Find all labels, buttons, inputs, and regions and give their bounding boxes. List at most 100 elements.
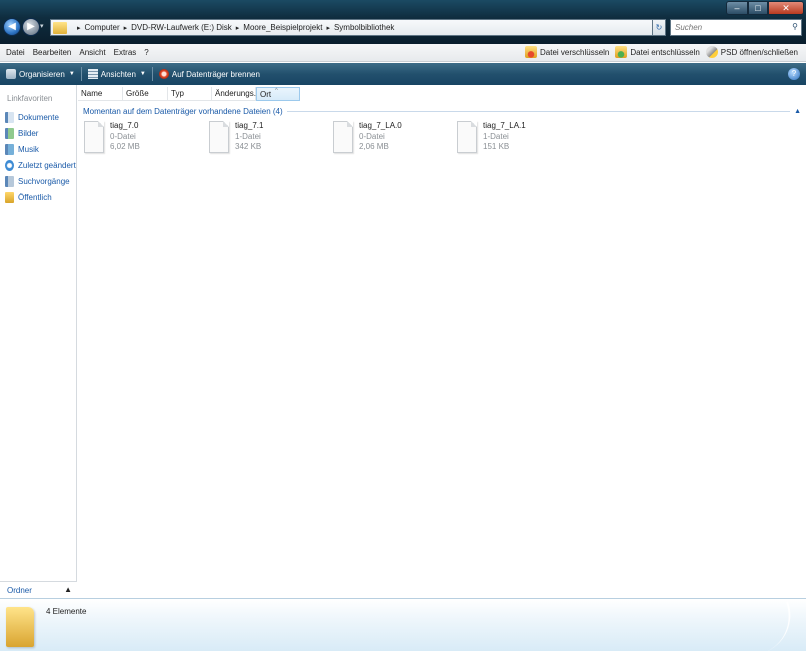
chevron-up-icon[interactable]: ▲ bbox=[794, 108, 801, 115]
views-button[interactable]: Ansichten ▼ bbox=[87, 69, 146, 79]
menu-edit[interactable]: Bearbeiten bbox=[29, 48, 76, 57]
decrypt-file-label: Datei entschlüsseln bbox=[630, 47, 700, 57]
encrypt-file-label: Datei verschlüsseln bbox=[540, 47, 610, 57]
file-size: 151 KB bbox=[483, 142, 510, 151]
menu-help[interactable]: ? bbox=[140, 48, 152, 57]
documents-icon bbox=[5, 111, 14, 123]
search-icon[interactable]: ⚲ bbox=[792, 22, 798, 31]
nav-link-label: Zuletzt geändert bbox=[18, 160, 76, 170]
column-header-type[interactable]: Typ bbox=[168, 87, 212, 101]
folders-label: Ordner bbox=[7, 586, 32, 595]
nav-link-label: Musik bbox=[18, 144, 39, 154]
column-header-location[interactable]: Ort ^ bbox=[256, 87, 300, 101]
organize-label: Organisieren bbox=[19, 69, 65, 79]
back-button[interactable]: ◀ bbox=[3, 18, 21, 36]
nav-link-label: Suchvorgänge bbox=[18, 176, 70, 186]
column-headers: Name Größe Typ Änderungs... Ort ^ bbox=[78, 87, 300, 101]
favorite-links-heading: Linkfavoriten bbox=[7, 94, 53, 103]
search-input[interactable] bbox=[671, 20, 781, 35]
nav-link-public[interactable]: Öffentlich bbox=[5, 189, 76, 205]
item-count: 4 Elemente bbox=[46, 607, 87, 616]
folders-toggle-bar[interactable]: Ordner ▲ bbox=[0, 581, 77, 598]
folder-icon bbox=[53, 21, 67, 34]
recent-icon bbox=[5, 159, 14, 171]
disk-icon bbox=[705, 46, 718, 58]
file-name: tiag_7.1 bbox=[235, 121, 264, 130]
chevron-right-icon[interactable]: ▸ bbox=[124, 24, 128, 32]
menu-bar: Datei Bearbeiten Ansicht Extras ? Datei … bbox=[0, 44, 806, 62]
views-label: Ansichten bbox=[100, 69, 136, 79]
decrypt-file-button[interactable]: Datei entschlüsseln bbox=[615, 46, 700, 58]
music-icon bbox=[5, 143, 14, 155]
nav-link-searches[interactable]: Suchvorgänge bbox=[5, 173, 76, 189]
file-group-header[interactable]: Momentan auf dem Datenträger vorhandene … bbox=[83, 105, 801, 117]
public-folder-icon bbox=[5, 191, 14, 203]
search-box[interactable]: ⚲ bbox=[670, 19, 802, 36]
file-type: 1-Datei bbox=[483, 132, 509, 141]
toolbar-separator bbox=[80, 67, 82, 81]
file-size: 2,06 MB bbox=[359, 142, 389, 151]
breadcrumb-computer[interactable]: Computer bbox=[85, 23, 120, 32]
file-icon bbox=[84, 121, 104, 153]
file-name: tiag_7.0 bbox=[110, 121, 139, 130]
navigation-pane: Linkfavoriten Dokumente Bilder Musik Zul… bbox=[0, 85, 77, 598]
file-icon bbox=[209, 121, 229, 153]
column-header-size[interactable]: Größe bbox=[123, 87, 168, 101]
chevron-down-icon: ▼ bbox=[68, 71, 75, 77]
file-tile[interactable]: tiag_7_LA.1 1-Datei 151 KB bbox=[457, 121, 577, 157]
file-size: 6,02 MB bbox=[110, 142, 140, 151]
nav-link-label: Dokumente bbox=[18, 112, 59, 122]
file-tile[interactable]: tiag_7_LA.0 0-Datei 2,06 MB bbox=[333, 121, 453, 157]
recent-pages-dropdown-icon[interactable]: ▾ bbox=[40, 22, 44, 30]
nav-link-pictures[interactable]: Bilder bbox=[5, 125, 76, 141]
file-tile[interactable]: tiag_7.0 0-Datei 6,02 MB bbox=[84, 121, 204, 157]
encrypt-file-button[interactable]: Datei verschlüsseln bbox=[525, 46, 609, 58]
file-tile[interactable]: tiag_7.1 1-Datei 342 KB bbox=[209, 121, 329, 157]
breadcrumb-symbol-library[interactable]: Symbolbibliothek bbox=[334, 23, 394, 32]
nav-link-documents[interactable]: Dokumente bbox=[5, 109, 76, 125]
menu-tools[interactable]: Extras bbox=[110, 48, 141, 57]
details-pane: 4 Elemente bbox=[0, 598, 806, 651]
chevron-right-icon[interactable]: ▸ bbox=[236, 24, 240, 32]
file-list-area[interactable]: Name Größe Typ Änderungs... Ort ^ Moment… bbox=[78, 85, 806, 598]
nav-link-label: Bilder bbox=[18, 128, 39, 138]
burn-to-disc-label: Auf Datenträger brennen bbox=[171, 69, 260, 79]
file-type: 1-Datei bbox=[235, 132, 261, 141]
chevron-right-icon[interactable]: ▸ bbox=[326, 24, 330, 32]
title-bar: – □ ✕ ◀ ▶ ▾ ▸ Computer ▸ DVD-RW-Laufwerk… bbox=[0, 0, 806, 44]
group-title: Momentan auf dem Datenträger vorhandene … bbox=[83, 106, 283, 116]
file-icon bbox=[457, 121, 477, 153]
chevron-up-icon[interactable]: ▲ bbox=[64, 585, 72, 594]
forward-button[interactable]: ▶ bbox=[22, 18, 40, 36]
folder-icon bbox=[6, 607, 34, 647]
menu-view[interactable]: Ansicht bbox=[75, 48, 109, 57]
unlock-icon bbox=[615, 46, 628, 58]
nav-link-music[interactable]: Musik bbox=[5, 141, 76, 157]
group-divider bbox=[286, 110, 791, 112]
command-bar: Organisieren ▼ Ansichten ▼ Auf Datenträg… bbox=[0, 63, 806, 85]
window-controls: – □ ✕ bbox=[726, 1, 804, 15]
organize-button[interactable]: Organisieren ▼ bbox=[6, 69, 75, 79]
chevron-right-icon[interactable]: ▸ bbox=[77, 24, 81, 32]
nav-link-recently-changed[interactable]: Zuletzt geändert bbox=[5, 157, 76, 173]
searches-icon bbox=[5, 175, 14, 187]
breadcrumb-dvd-drive[interactable]: DVD-RW-Laufwerk (E:) Disk bbox=[131, 23, 232, 32]
help-icon[interactable]: ? bbox=[788, 68, 800, 80]
file-name: tiag_7_LA.0 bbox=[359, 121, 402, 130]
column-header-name[interactable]: Name bbox=[78, 87, 123, 101]
psd-open-close-button[interactable]: PSD öffnen/schließen bbox=[705, 46, 798, 58]
burn-to-disc-button[interactable]: Auf Datenträger brennen bbox=[158, 69, 260, 79]
column-header-modified[interactable]: Änderungs... bbox=[212, 87, 260, 101]
file-name: tiag_7_LA.1 bbox=[483, 121, 526, 130]
close-button[interactable]: ✕ bbox=[768, 1, 804, 15]
refresh-button[interactable]: ↻ bbox=[652, 19, 666, 36]
views-icon bbox=[87, 69, 98, 79]
address-bar[interactable]: ▸ Computer ▸ DVD-RW-Laufwerk (E:) Disk ▸… bbox=[50, 19, 666, 36]
breadcrumb-project[interactable]: Moore_Beispielprojekt bbox=[243, 23, 322, 32]
minimize-button[interactable]: – bbox=[726, 1, 748, 15]
sort-ascending-icon: ^ bbox=[275, 88, 278, 94]
menu-actions: Datei verschlüsseln Datei entschlüsseln … bbox=[519, 46, 798, 58]
nav-link-label: Öffentlich bbox=[18, 192, 52, 202]
maximize-button[interactable]: □ bbox=[748, 1, 768, 15]
menu-file[interactable]: Datei bbox=[0, 48, 29, 57]
